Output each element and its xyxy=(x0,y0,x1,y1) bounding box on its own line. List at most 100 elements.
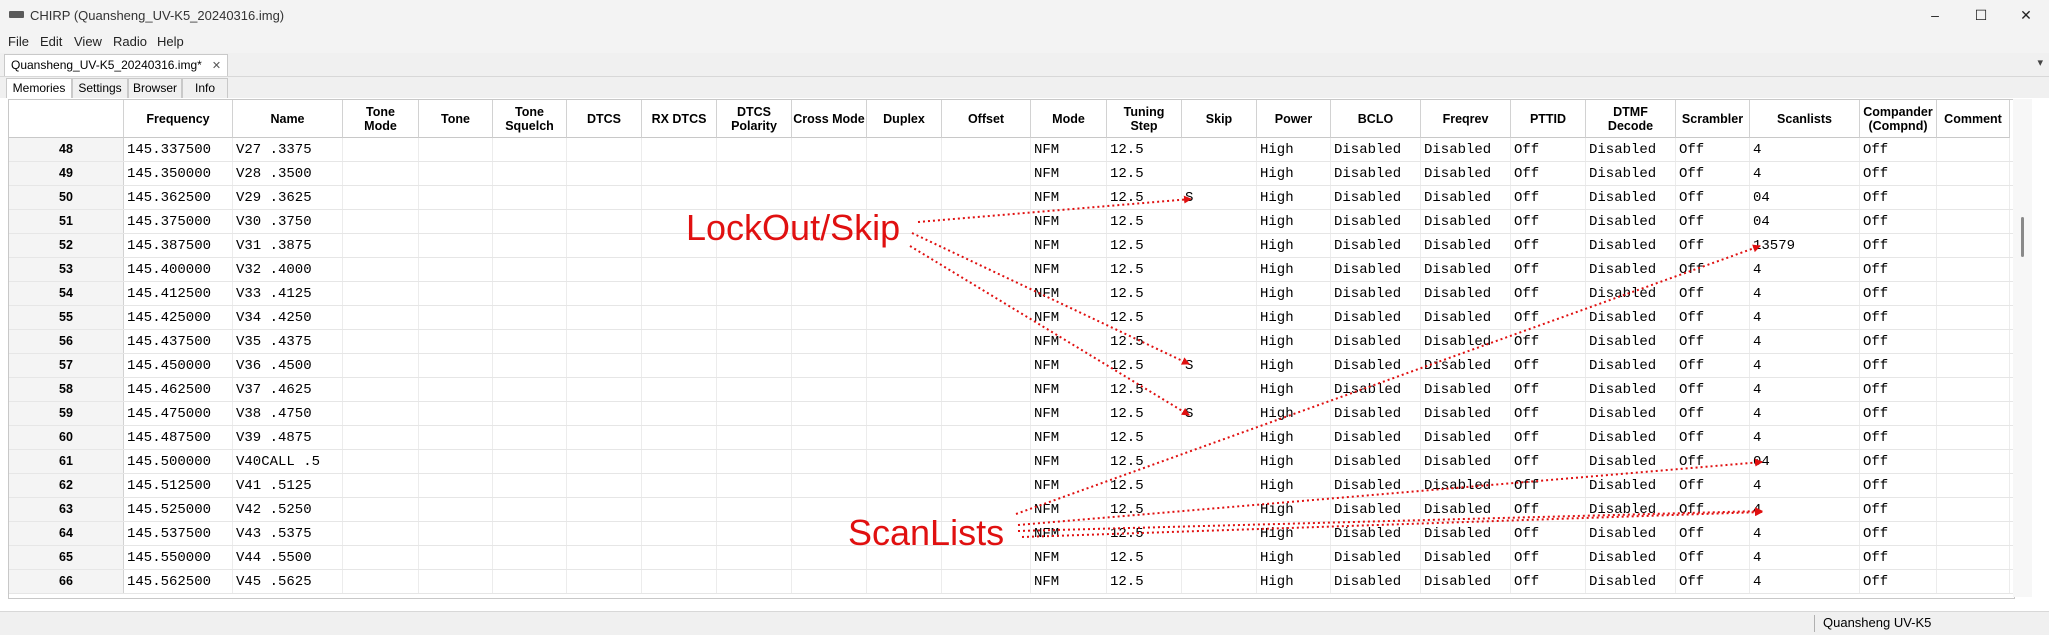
cell-name[interactable]: V41 .5125 xyxy=(233,474,343,497)
maximize-button[interactable]: ☐ xyxy=(1958,0,2004,31)
menu-view[interactable]: View xyxy=(74,34,102,49)
cell-comment[interactable] xyxy=(1937,330,2010,353)
column-header-tuning-step[interactable]: Tuning Step xyxy=(1107,100,1182,138)
cell-cross-mode[interactable] xyxy=(792,258,867,281)
cell-dtcs[interactable] xyxy=(567,282,642,305)
cell-compander[interactable]: Off xyxy=(1860,522,1937,545)
cell-freqrev[interactable]: Disabled xyxy=(1421,162,1511,185)
cell-compander[interactable]: Off xyxy=(1860,234,1937,257)
cell-scanlists[interactable]: 4 xyxy=(1750,546,1860,569)
cell-name[interactable]: V39 .4875 xyxy=(233,426,343,449)
cell-offset[interactable] xyxy=(942,354,1031,377)
cell-comment[interactable] xyxy=(1937,282,2010,305)
cell-tone[interactable] xyxy=(419,162,493,185)
cell-frequency[interactable]: 145.500000 xyxy=(124,450,233,473)
cell-tuning-step[interactable]: 12.5 xyxy=(1107,546,1182,569)
cell-comment[interactable] xyxy=(1937,306,2010,329)
table-row[interactable]: 54 145.412500 V33 .4125 NFM 12.5 High Disabled… xyxy=(9,282,2014,306)
cell-skip[interactable] xyxy=(1182,474,1257,497)
cell-rx-dtcs[interactable] xyxy=(642,522,717,545)
table-row[interactable]: 66 145.562500 V45 .5625 NFM 12.5 High Disabled… xyxy=(9,570,2014,594)
cell-frequency[interactable]: 145.387500 xyxy=(124,234,233,257)
cell-cross-mode[interactable] xyxy=(792,138,867,161)
cell-rx-dtcs[interactable] xyxy=(642,474,717,497)
cell-name[interactable]: V40CALL .5 xyxy=(233,450,343,473)
cell-mode[interactable]: NFM xyxy=(1031,570,1107,593)
cell-mode[interactable]: NFM xyxy=(1031,354,1107,377)
table-row[interactable]: 56 145.437500 V35 .4375 NFM 12.5 High Disabled… xyxy=(9,330,2014,354)
cell-dtcs-polarity[interactable] xyxy=(717,282,792,305)
cell-frequency[interactable]: 145.462500 xyxy=(124,378,233,401)
column-header-cross-mode[interactable]: Cross Mode xyxy=(792,100,867,138)
cell-pttid[interactable]: Off xyxy=(1511,234,1586,257)
cell-duplex[interactable] xyxy=(867,306,942,329)
cell-freqrev[interactable]: Disabled xyxy=(1421,450,1511,473)
cell-name[interactable]: V37 .4625 xyxy=(233,378,343,401)
tab-info[interactable]: Info xyxy=(182,78,228,98)
cell-compander[interactable]: Off xyxy=(1860,450,1937,473)
cell-dtcs[interactable] xyxy=(567,498,642,521)
cell-dtmf-decode[interactable]: Disabled xyxy=(1586,234,1676,257)
cell-duplex[interactable] xyxy=(867,186,942,209)
column-header-tone-mode[interactable]: Tone Mode xyxy=(343,100,419,138)
cell-power[interactable]: High xyxy=(1257,138,1331,161)
cell-tone-squelch[interactable] xyxy=(493,570,567,593)
cell-dtcs-polarity[interactable] xyxy=(717,570,792,593)
cell-comment[interactable] xyxy=(1937,186,2010,209)
cell-name[interactable]: V32 .4000 xyxy=(233,258,343,281)
cell-scanlists[interactable]: 4 xyxy=(1750,138,1860,161)
row-number[interactable]: 48 xyxy=(9,138,124,161)
cell-skip[interactable] xyxy=(1182,138,1257,161)
cell-name[interactable]: V35 .4375 xyxy=(233,330,343,353)
cell-dtmf-decode[interactable]: Disabled xyxy=(1586,138,1676,161)
cell-tuning-step[interactable]: 12.5 xyxy=(1107,162,1182,185)
cell-frequency[interactable]: 145.562500 xyxy=(124,570,233,593)
cell-tone[interactable] xyxy=(419,474,493,497)
cell-tone-mode[interactable] xyxy=(343,498,419,521)
cell-dtmf-decode[interactable]: Disabled xyxy=(1586,426,1676,449)
cell-rx-dtcs[interactable] xyxy=(642,258,717,281)
scrollbar-thumb[interactable] xyxy=(2021,217,2024,257)
cell-compander[interactable]: Off xyxy=(1860,474,1937,497)
cell-tuning-step[interactable]: 12.5 xyxy=(1107,282,1182,305)
cell-frequency[interactable]: 145.525000 xyxy=(124,498,233,521)
cell-bclo[interactable]: Disabled xyxy=(1331,474,1421,497)
cell-pttid[interactable]: Off xyxy=(1511,162,1586,185)
cell-scrambler[interactable]: Off xyxy=(1676,330,1750,353)
cell-scrambler[interactable]: Off xyxy=(1676,282,1750,305)
cell-skip[interactable] xyxy=(1182,546,1257,569)
cell-dtcs-polarity[interactable] xyxy=(717,330,792,353)
cell-tuning-step[interactable]: 12.5 xyxy=(1107,450,1182,473)
cell-cross-mode[interactable] xyxy=(792,450,867,473)
cell-scanlists[interactable]: 4 xyxy=(1750,330,1860,353)
cell-name[interactable]: V38 .4750 xyxy=(233,402,343,425)
row-number[interactable]: 61 xyxy=(9,450,124,473)
table-row[interactable]: 63 145.525000 V42 .5250 NFM 12.5 High Disabled… xyxy=(9,498,2014,522)
tab-memories[interactable]: Memories xyxy=(6,78,72,98)
cell-dtcs[interactable] xyxy=(567,426,642,449)
cell-scanlists[interactable]: 04 xyxy=(1750,210,1860,233)
cell-scanlists[interactable]: 04 xyxy=(1750,186,1860,209)
cell-comment[interactable] xyxy=(1937,498,2010,521)
chevron-down-icon[interactable]: ▾ xyxy=(2037,56,2043,69)
cell-dtcs-polarity[interactable] xyxy=(717,138,792,161)
cell-comment[interactable] xyxy=(1937,162,2010,185)
cell-frequency[interactable]: 145.425000 xyxy=(124,306,233,329)
cell-freqrev[interactable]: Disabled xyxy=(1421,138,1511,161)
cell-pttid[interactable]: Off xyxy=(1511,306,1586,329)
cell-freqrev[interactable]: Disabled xyxy=(1421,522,1511,545)
cell-freqrev[interactable]: Disabled xyxy=(1421,210,1511,233)
cell-freqrev[interactable]: Disabled xyxy=(1421,498,1511,521)
cell-duplex[interactable] xyxy=(867,426,942,449)
cell-frequency[interactable]: 145.487500 xyxy=(124,426,233,449)
cell-duplex[interactable] xyxy=(867,138,942,161)
cell-bclo[interactable]: Disabled xyxy=(1331,330,1421,353)
cell-mode[interactable]: NFM xyxy=(1031,330,1107,353)
cell-dtcs[interactable] xyxy=(567,186,642,209)
file-tab[interactable]: Quansheng_UV-K5_20240316.img* ✕ xyxy=(4,54,229,76)
cell-compander[interactable]: Off xyxy=(1860,426,1937,449)
cell-comment[interactable] xyxy=(1937,474,2010,497)
cell-tone[interactable] xyxy=(419,330,493,353)
cell-dtcs-polarity[interactable] xyxy=(717,402,792,425)
cell-tone-squelch[interactable] xyxy=(493,258,567,281)
